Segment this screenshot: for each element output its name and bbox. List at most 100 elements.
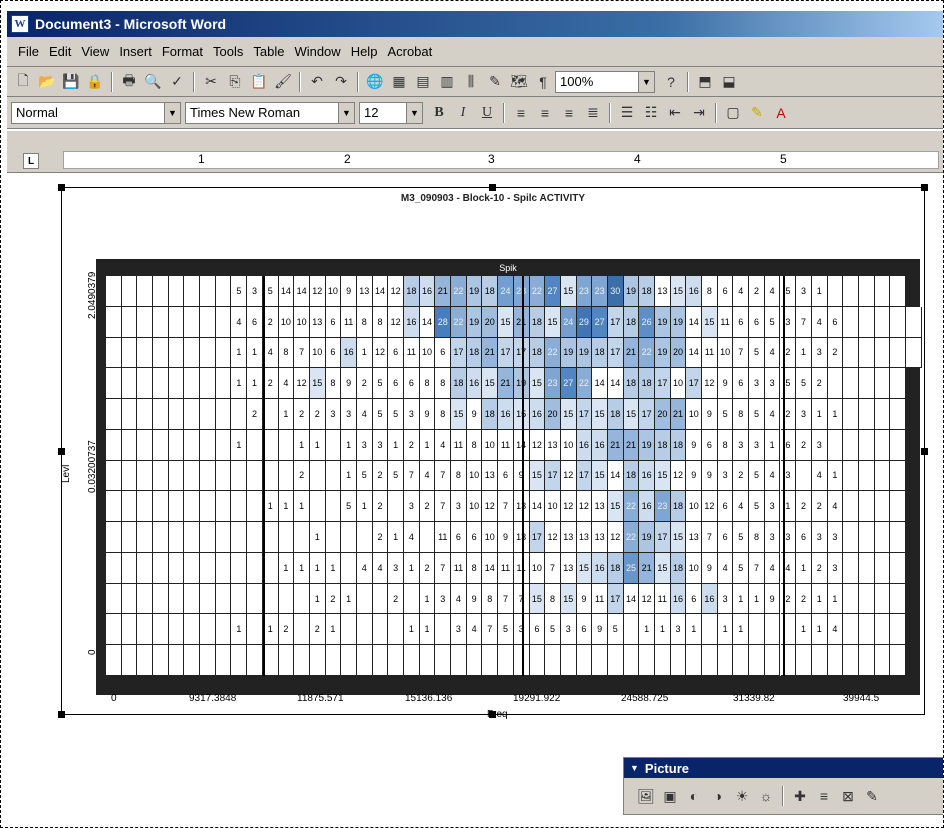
more-brightness-icon[interactable]: ☀: [731, 785, 753, 807]
resize-handle[interactable]: [58, 184, 65, 191]
heatmap-cell: 1: [278, 552, 295, 584]
heatmap-cell: 7: [294, 337, 310, 369]
chevron-down-icon[interactable]: ▼: [164, 102, 180, 123]
resize-handle[interactable]: [489, 184, 496, 191]
cut-icon[interactable]: ✂: [200, 71, 222, 93]
heatmap-cell: [247, 522, 263, 553]
chevron-down-icon[interactable]: ▼: [638, 71, 654, 92]
pdf-email-icon[interactable]: ⬓: [718, 71, 740, 93]
columns-icon[interactable]: ⫼: [460, 71, 482, 93]
heatmap-cell: 20: [545, 399, 561, 430]
permission-icon[interactable]: 🔒: [84, 71, 106, 93]
paste-icon[interactable]: 📋: [248, 71, 270, 93]
menu-acrobat[interactable]: Acrobat: [382, 44, 437, 59]
tab-selector-icon[interactable]: L: [23, 153, 39, 169]
zoom-select[interactable]: 100% ▼: [555, 70, 655, 93]
open-icon[interactable]: 📂: [36, 71, 58, 93]
resize-handle[interactable]: [921, 448, 928, 455]
drawing-icon[interactable]: ✎: [484, 71, 506, 93]
heatmap-cell: [843, 645, 859, 676]
document-map-icon[interactable]: 🗺: [508, 71, 530, 93]
heatmap-cell: 6: [498, 460, 514, 492]
format-painter-icon[interactable]: 🖌: [272, 71, 294, 93]
insert-excel-icon[interactable]: ▥: [436, 71, 458, 93]
pdf-convert-icon[interactable]: ⬒: [694, 71, 716, 93]
redo-icon[interactable]: ↷: [330, 71, 352, 93]
align-center-icon[interactable]: ≡: [534, 102, 556, 124]
print-icon[interactable]: 🖶: [118, 71, 140, 93]
menu-insert[interactable]: Insert: [114, 44, 157, 59]
picture-toolbar[interactable]: ▼ Picture 🖼 ▣ ◐ ◑ ☀ ☼ ✚ ≡ ⊠ ✎: [623, 757, 943, 815]
heatmap-cell: 6: [325, 337, 342, 369]
format-picture-icon[interactable]: ✎: [861, 785, 883, 807]
font-color-icon[interactable]: A: [770, 102, 792, 124]
heatmap-cell: 3: [670, 614, 687, 646]
crop-icon[interactable]: ✚: [789, 785, 811, 807]
heatmap-cell: [874, 368, 891, 400]
justify-icon[interactable]: ≣: [582, 102, 604, 124]
show-hide-icon[interactable]: ¶: [532, 71, 554, 93]
borders-icon[interactable]: ▢: [722, 102, 744, 124]
heatmap-cell: 22: [623, 491, 640, 523]
heatmap-cell: [215, 614, 232, 646]
compress-icon[interactable]: ⊠: [837, 785, 859, 807]
menu-tools[interactable]: Tools: [208, 44, 248, 59]
chevron-down-icon[interactable]: ▼: [406, 102, 422, 123]
heatmap-cell: 18: [482, 276, 499, 307]
new-document-icon[interactable]: 🗋: [12, 71, 34, 93]
align-right-icon[interactable]: ≡: [558, 102, 580, 124]
align-left-icon[interactable]: ≡: [510, 102, 532, 124]
hyperlink-icon[interactable]: 🌐: [364, 71, 386, 93]
menu-view[interactable]: View: [76, 44, 114, 59]
underline-button[interactable]: U: [476, 102, 498, 124]
highlight-icon[interactable]: ✎: [746, 102, 768, 124]
decrease-indent-icon[interactable]: ⇤: [664, 102, 686, 124]
insert-table-icon[interactable]: ▤: [412, 71, 434, 93]
resize-handle[interactable]: [58, 448, 65, 455]
undo-icon[interactable]: ↶: [306, 71, 328, 93]
less-contrast-icon[interactable]: ◑: [707, 785, 729, 807]
menu-edit[interactable]: Edit: [44, 44, 76, 59]
less-brightness-icon[interactable]: ☼: [755, 785, 777, 807]
font-select[interactable]: Times New Roman ▼: [185, 101, 355, 124]
spelling-icon[interactable]: ✓: [166, 71, 188, 93]
italic-button[interactable]: I: [452, 102, 474, 124]
numbering-icon[interactable]: ☰: [616, 102, 638, 124]
print-preview-icon[interactable]: 🔍: [142, 71, 164, 93]
more-contrast-icon[interactable]: ◐: [683, 785, 705, 807]
heatmap-cell: 11: [592, 583, 608, 615]
menu-file[interactable]: File: [13, 44, 44, 59]
bold-button[interactable]: B: [428, 102, 450, 124]
line-style-icon[interactable]: ≡: [813, 785, 835, 807]
heatmap-cell: 8: [325, 368, 342, 400]
increase-indent-icon[interactable]: ⇥: [688, 102, 710, 124]
bullets-icon[interactable]: ☷: [640, 102, 662, 124]
color-icon[interactable]: ▣: [659, 785, 681, 807]
menu-help[interactable]: Help: [346, 44, 383, 59]
resize-handle[interactable]: [921, 184, 928, 191]
menu-window[interactable]: Window: [289, 44, 345, 59]
heatmap-cell: 1: [278, 399, 295, 430]
picture-toolbar-title[interactable]: ▼ Picture: [624, 758, 943, 778]
heatmap-cell: [184, 368, 201, 400]
word-app-icon[interactable]: W: [11, 15, 29, 33]
heatmap-cell: 2: [309, 614, 326, 646]
help-icon[interactable]: ?: [660, 71, 682, 93]
resize-handle[interactable]: [58, 711, 65, 718]
save-icon[interactable]: 💾: [60, 71, 82, 93]
heatmap-cell: 1: [404, 614, 420, 646]
menu-table[interactable]: Table: [248, 44, 289, 59]
heatmap-cell: 3: [796, 399, 812, 430]
style-select[interactable]: Normal ▼: [11, 101, 181, 124]
font-size-select[interactable]: 12 ▼: [359, 101, 423, 124]
tables-borders-icon[interactable]: ▦: [388, 71, 410, 93]
heatmap-cell: 4: [733, 276, 750, 307]
menu-format[interactable]: Format: [157, 44, 208, 59]
copy-icon[interactable]: ⎘: [224, 71, 246, 93]
insert-picture-icon[interactable]: 🖼: [635, 785, 657, 807]
heatmap-cell: [200, 522, 216, 553]
heatmap-cell: 14: [482, 552, 499, 584]
chevron-down-icon[interactable]: ▼: [338, 102, 354, 123]
chevron-down-icon[interactable]: ▼: [630, 763, 639, 773]
horizontal-ruler[interactable]: [63, 151, 939, 169]
